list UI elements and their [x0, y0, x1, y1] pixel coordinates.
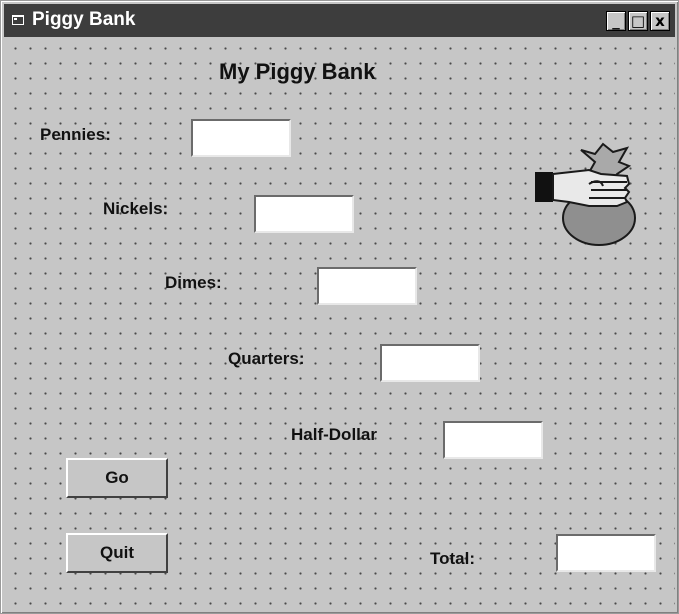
quarters-field-frame	[380, 344, 480, 382]
dimes-label: Dimes:	[165, 273, 222, 292]
quit-button[interactable]: Quit	[66, 533, 168, 573]
pennies-field[interactable]	[193, 121, 289, 155]
close-button[interactable]: x	[650, 11, 670, 31]
half-dollar-label: Half-Dollar	[291, 425, 377, 444]
title-bar[interactable]: Piggy Bank _ □ x	[4, 4, 675, 37]
quarters-field[interactable]	[382, 346, 478, 380]
form-client-area: My Piggy Bank Pennies: Nickels: Dimes: Q…	[4, 37, 675, 610]
pennies-field-frame	[191, 119, 291, 157]
app-icon[interactable]	[12, 15, 24, 25]
nickels-field-frame	[254, 195, 354, 233]
total-field[interactable]	[558, 536, 654, 570]
window-title: Piggy Bank	[32, 9, 136, 30]
nickels-label: Nickels:	[103, 199, 169, 218]
total-field-frame	[556, 534, 656, 572]
total-label: Total:	[430, 549, 476, 568]
dimes-field[interactable]	[319, 269, 415, 303]
form-heading: My Piggy Bank	[219, 59, 376, 84]
pennies-label: Pennies:	[40, 125, 111, 144]
half-dollar-field-frame	[443, 421, 543, 459]
nickels-field[interactable]	[256, 197, 352, 231]
maximize-button[interactable]: □	[628, 11, 648, 31]
app-window: Piggy Bank _ □ x My Piggy Bank Pennies: …	[0, 0, 679, 614]
hand-with-money-bag-icon	[535, 142, 636, 246]
go-button[interactable]: Go	[66, 458, 168, 498]
quarters-label: Quarters:	[228, 349, 305, 368]
half-dollar-field[interactable]	[445, 423, 541, 457]
minimize-button[interactable]: _	[606, 11, 626, 31]
dimes-field-frame	[317, 267, 417, 305]
